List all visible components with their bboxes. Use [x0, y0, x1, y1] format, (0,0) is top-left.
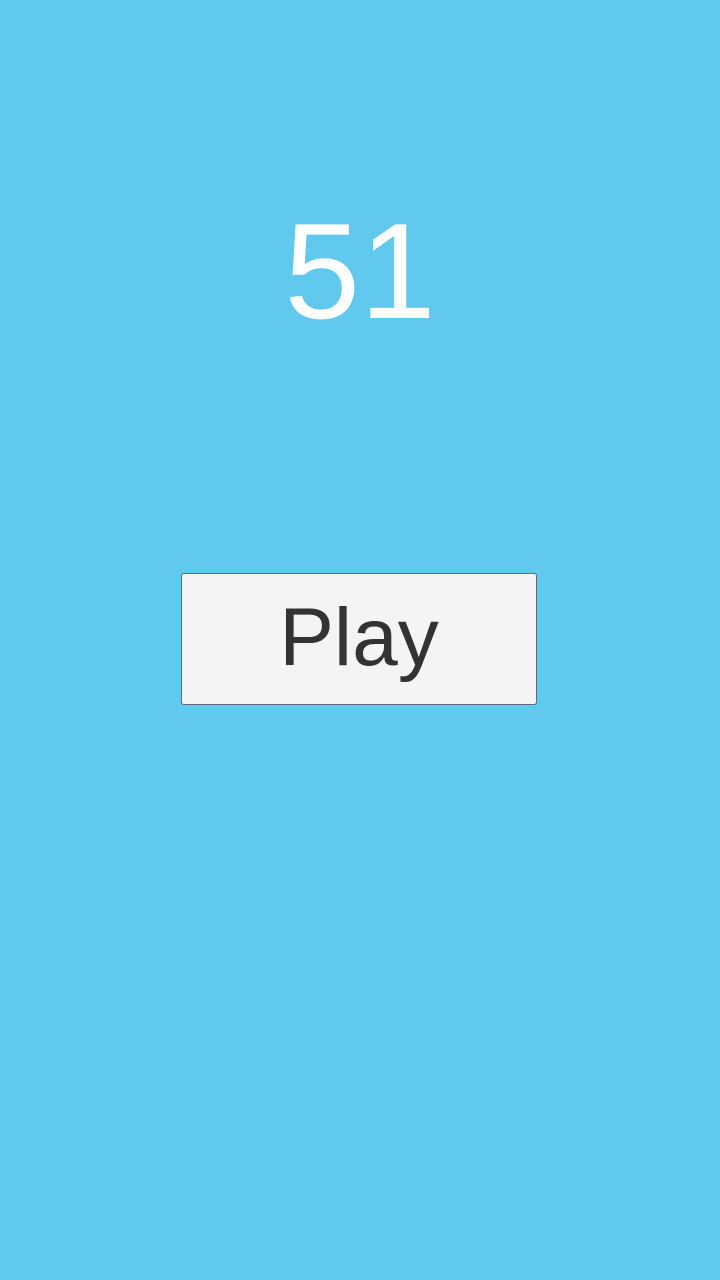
- play-button-label: Play: [279, 592, 439, 683]
- game-screen: 51 Play: [0, 0, 720, 1280]
- score-display: 51: [284, 195, 436, 347]
- play-button[interactable]: Play: [181, 573, 537, 705]
